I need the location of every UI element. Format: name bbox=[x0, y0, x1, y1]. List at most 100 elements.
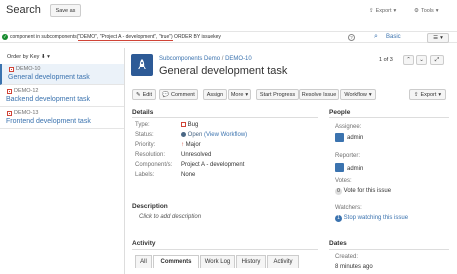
issue-title[interactable]: General development task bbox=[159, 65, 287, 77]
view-workflow-link[interactable]: (View Workflow) bbox=[204, 132, 247, 138]
bug-icon bbox=[181, 122, 186, 127]
watchers-label: Watchers: bbox=[335, 205, 362, 211]
issue-summary: Frontend development task bbox=[6, 118, 91, 125]
gear-icon: ⚙ bbox=[414, 8, 419, 14]
reporter-link[interactable]: admin bbox=[347, 166, 363, 172]
votes-count: 0 bbox=[335, 188, 342, 195]
collapse-button[interactable]: ⤢ bbox=[430, 55, 444, 65]
pencil-icon: ✎ bbox=[135, 91, 141, 98]
jql-query-bar[interactable]: ✓ component in subcomponents("DEMO", "Pr… bbox=[0, 31, 457, 43]
chevron-down-icon: ▾ bbox=[47, 54, 50, 60]
issue-summary: General development task bbox=[8, 74, 90, 81]
resolution-value: Unresolved bbox=[181, 152, 212, 158]
chevron-up-icon: ⌃ bbox=[406, 57, 411, 63]
breadcrumb: Subcomponents Demo / DEMO-10 bbox=[159, 56, 252, 62]
sort-arrow-icon: ⬇ bbox=[40, 54, 46, 60]
export-label: Export bbox=[375, 8, 392, 14]
priority-text: Major bbox=[185, 142, 201, 148]
watchers-value: 1 Stop watching this issue bbox=[335, 215, 408, 222]
watchers-count: 1 bbox=[335, 215, 342, 222]
bug-icon bbox=[9, 67, 14, 72]
status-value: Open (View Workflow) bbox=[181, 132, 247, 138]
created-label: Created: bbox=[335, 254, 359, 260]
layout-switcher-button[interactable]: ☰ ▾ bbox=[427, 33, 449, 43]
people-heading: People bbox=[329, 109, 351, 116]
collapse-icon: ⤢ bbox=[434, 56, 440, 63]
bug-icon bbox=[7, 89, 12, 94]
order-by-sort[interactable]: Order by Key ⬇ ▾ bbox=[7, 54, 50, 60]
activity-divider bbox=[132, 249, 318, 250]
chevron-down-icon: ▾ bbox=[440, 35, 443, 41]
reporter-avatar bbox=[335, 163, 344, 172]
chevron-down-icon: ▾ bbox=[368, 91, 372, 98]
export-menu[interactable]: ⇪ Export ▾ bbox=[369, 8, 396, 14]
labels-value[interactable]: None bbox=[181, 172, 195, 178]
tab-comments[interactable]: Comments bbox=[153, 255, 199, 268]
share-icon: ⇪ bbox=[413, 91, 419, 98]
tab-work-log[interactable]: Work Log bbox=[200, 255, 235, 268]
assignee-label: Assignee: bbox=[335, 124, 362, 130]
comment-label: Comment bbox=[171, 91, 195, 98]
previous-issue-button[interactable]: ⌃ bbox=[403, 55, 414, 65]
issue-summary: Backend development task bbox=[6, 96, 91, 103]
project-avatar bbox=[131, 54, 153, 76]
reporter-label: Reporter: bbox=[335, 153, 361, 159]
chevron-down-icon: ▾ bbox=[245, 91, 249, 98]
jql-suffix: ORDER BY issuekey bbox=[172, 34, 221, 40]
votes-value: 0 Vote for this issue bbox=[335, 188, 391, 195]
labels-label: Labels: bbox=[135, 172, 155, 178]
edit-label: Edit bbox=[142, 91, 153, 98]
save-as-button[interactable]: Save as bbox=[50, 4, 81, 17]
description-placeholder[interactable]: Click to add description bbox=[139, 214, 201, 220]
workflow-menu-button[interactable]: Workflow ▾ bbox=[340, 89, 376, 100]
pager-text: 1 of 3 bbox=[379, 57, 393, 63]
chevron-down-icon: ▾ bbox=[438, 91, 442, 98]
priority-label: Priority: bbox=[135, 142, 156, 148]
type-value: Bug bbox=[181, 122, 198, 128]
dates-heading: Dates bbox=[329, 240, 347, 247]
type-label: Type: bbox=[135, 122, 150, 128]
list-item[interactable]: DEMO-12 Backend development task bbox=[0, 86, 124, 107]
tools-menu[interactable]: ⚙ Tools ▾ bbox=[414, 8, 439, 14]
component-link[interactable]: Project A - development bbox=[181, 162, 244, 168]
issue-key: DEMO-13 bbox=[14, 110, 39, 116]
breadcrumb-project-link[interactable]: Subcomponents Demo bbox=[159, 56, 220, 62]
assignee-avatar bbox=[335, 133, 344, 142]
edit-button[interactable]: ✎ Edit bbox=[132, 89, 156, 100]
components-label: Component/s: bbox=[135, 162, 173, 168]
details-divider bbox=[132, 117, 318, 118]
start-progress-button[interactable]: Start Progress bbox=[256, 89, 299, 100]
comment-button[interactable]: 💬 Comment bbox=[159, 89, 198, 100]
resolve-issue-button[interactable]: Resolve Issue bbox=[299, 89, 339, 100]
list-item[interactable]: DEMO-13 Frontend development task bbox=[0, 108, 124, 129]
issue-key: DEMO-12 bbox=[14, 88, 39, 94]
dates-divider bbox=[329, 249, 449, 250]
status-text: Open bbox=[187, 132, 203, 139]
search-icon[interactable]: ⌕ bbox=[374, 33, 378, 41]
tab-activity[interactable]: Activity bbox=[267, 255, 299, 268]
basic-mode-link[interactable]: Basic bbox=[386, 34, 401, 40]
description-heading: Description bbox=[132, 203, 168, 210]
created-value: 8 minutes ago bbox=[335, 264, 373, 270]
help-icon[interactable]: ? bbox=[348, 34, 355, 41]
jql-query-text[interactable]: component in subcomponents("DEMO", "Proj… bbox=[10, 34, 221, 41]
tab-all[interactable]: All bbox=[135, 255, 152, 268]
jql-args: "DEMO", "Project A - development", "true… bbox=[78, 34, 173, 41]
votes-label: Votes: bbox=[335, 178, 352, 184]
status-label: Status: bbox=[135, 132, 154, 138]
assignee-link[interactable]: admin bbox=[347, 135, 363, 141]
vote-link[interactable]: Vote for this issue bbox=[344, 188, 391, 194]
stop-watching-link[interactable]: Stop watching this issue bbox=[344, 215, 408, 221]
chevron-down-icon: ▾ bbox=[435, 8, 439, 14]
bug-icon bbox=[7, 111, 12, 116]
breadcrumb-issue-link[interactable]: DEMO-10 bbox=[225, 56, 252, 62]
list-item[interactable]: DEMO-10 General development task bbox=[0, 64, 124, 85]
export-issue-button[interactable]: ⇪ Export ▾ bbox=[409, 89, 446, 100]
assign-button[interactable]: Assign bbox=[203, 89, 227, 100]
order-by-label: Order by Key bbox=[7, 54, 40, 60]
next-issue-button[interactable]: ⌄ bbox=[416, 55, 427, 65]
more-menu-button[interactable]: More ▾ bbox=[228, 89, 251, 100]
share-icon: ⇪ bbox=[369, 8, 374, 14]
tab-history[interactable]: History bbox=[236, 255, 266, 268]
more-label: More bbox=[230, 91, 244, 98]
